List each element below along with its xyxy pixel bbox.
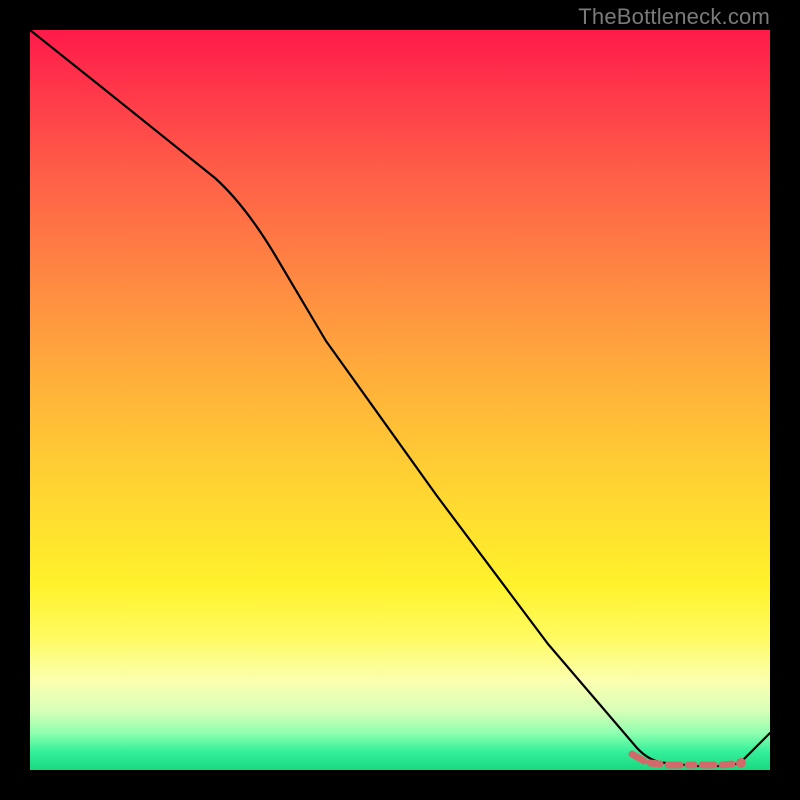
minimum-highlight bbox=[632, 754, 746, 768]
minimum-dot-icon bbox=[736, 758, 746, 768]
chart-frame: TheBottleneck.com bbox=[0, 0, 800, 800]
watermark-text: TheBottleneck.com bbox=[578, 4, 770, 30]
bottleneck-curve bbox=[30, 30, 770, 766]
chart-overlay bbox=[30, 30, 770, 770]
